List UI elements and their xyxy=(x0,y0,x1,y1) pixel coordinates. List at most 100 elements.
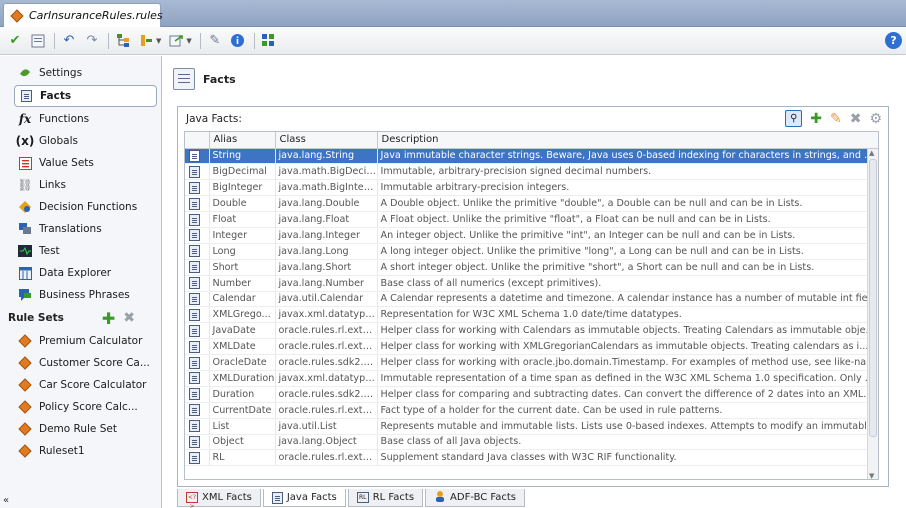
settings-icon xyxy=(17,65,33,81)
nav-item-value-sets[interactable]: Value Sets xyxy=(0,152,161,174)
fact-type-cell xyxy=(185,338,210,356)
undo-icon[interactable]: ↶ xyxy=(60,32,78,50)
scrollbar-thumb[interactable] xyxy=(869,159,877,437)
translations-icon xyxy=(17,221,33,237)
table-row[interactable]: BigInteger java.math.BigInteger Immutable … xyxy=(185,179,878,197)
nav-item-facts[interactable]: Facts xyxy=(14,85,157,107)
table-row[interactable]: Long java.lang.Long A long integer object.… xyxy=(185,243,878,260)
tab-rl-facts[interactable]: RL RL Facts xyxy=(347,489,424,507)
editor-tab-bar: CarInsuranceRules.rules × xyxy=(0,0,906,27)
column-header-alias[interactable]: Alias xyxy=(209,132,276,149)
table-row[interactable]: Number java.lang.Number Base class of all … xyxy=(185,275,878,292)
nav-item-label: Functions xyxy=(39,113,90,125)
branch-icon[interactable] xyxy=(137,32,155,50)
description-cell: A Double object. Unlike the primitive "d… xyxy=(377,195,878,213)
table-row[interactable]: String java.lang.String Java immutable cha… xyxy=(185,148,878,165)
edit-fact-icon[interactable]: ✎ xyxy=(830,111,842,127)
class-cell: java.lang.Number xyxy=(275,275,378,292)
ruleset-item[interactable]: Policy Score Calc... xyxy=(0,396,161,418)
table-row[interactable]: Duration oracle.rules.sdk2.e... Helper cla… xyxy=(185,386,878,403)
table-row[interactable]: Short java.lang.Short A short integer obje… xyxy=(185,259,878,276)
settings-grid-icon[interactable] xyxy=(260,32,278,50)
details-icon[interactable] xyxy=(29,32,47,50)
toolbar-separator xyxy=(199,32,201,49)
tree-icon[interactable] xyxy=(114,32,132,50)
facts-table: Alias Class Description String java.lang.… xyxy=(184,131,879,480)
table-row[interactable]: List java.util.List Represents mutable and… xyxy=(185,418,878,435)
alias-cell: XMLDuration xyxy=(209,370,276,387)
add-ruleset-icon[interactable]: ✚ xyxy=(102,309,115,328)
tab-xml-facts[interactable]: <?> XML Facts xyxy=(177,489,261,508)
description-cell: Helper class for comparing and subtracti… xyxy=(377,386,878,403)
java-fact-icon xyxy=(189,340,200,353)
column-header-description[interactable]: Description xyxy=(377,132,878,149)
table-row[interactable]: RL oracle.rules.rl.exte... Supplement stan… xyxy=(185,449,878,467)
tab-adf-bc-facts[interactable]: ADF-BC Facts xyxy=(425,489,526,507)
nav-item-business-phrases[interactable]: Business Phrases xyxy=(0,284,161,306)
nav-item-decision-functions[interactable]: Decision Functions xyxy=(0,196,161,218)
fact-type-cell xyxy=(185,386,210,403)
table-row[interactable]: Integer java.lang.Integer An integer objec… xyxy=(185,227,878,244)
collapse-panel-icon[interactable]: « xyxy=(3,495,9,506)
table-row[interactable]: XMLDuration javax.xml.datatype... Immutabl… xyxy=(185,370,878,387)
find-icon[interactable]: ⚲ xyxy=(785,110,803,127)
scroll-up-icon[interactable]: ▲ xyxy=(869,149,874,157)
vertical-scrollbar[interactable]: ▲ ▼ xyxy=(867,149,878,479)
nav-item-globals[interactable]: (x) Globals xyxy=(0,130,161,152)
table-row[interactable]: Calendar java.util.Calendar A Calendar rep… xyxy=(185,291,878,308)
description-cell: A short integer object. Unlike the primi… xyxy=(377,259,878,276)
rulesets-header: Rule Sets ✚ ✖ xyxy=(0,306,161,330)
column-header-icon[interactable] xyxy=(185,132,210,149)
description-cell: Immutable, arbitrary-precision signed de… xyxy=(377,163,878,181)
reload-icon[interactable]: ⚙ xyxy=(869,111,882,127)
class-cell: java.lang.Double xyxy=(275,195,378,213)
close-tab-icon[interactable]: × xyxy=(169,11,177,21)
alias-cell: CurrentDate xyxy=(209,402,276,419)
nav-item-settings[interactable]: Settings xyxy=(0,62,161,84)
delete-fact-icon[interactable]: ✖ xyxy=(850,111,862,127)
scroll-down-icon[interactable]: ▼ xyxy=(869,472,874,479)
ruleset-item[interactable]: Customer Score Ca... xyxy=(0,352,161,374)
table-row[interactable]: JavaDate oracle.rules.rl.exte... Helper cl… xyxy=(185,322,878,340)
table-row[interactable]: XMLDate oracle.rules.rl.exte... Helper cla… xyxy=(185,338,878,356)
chevron-down-icon[interactable]: ▼ xyxy=(156,37,161,45)
nav-item-functions[interactable]: fx Functions xyxy=(0,108,161,130)
add-fact-icon[interactable]: ✚ xyxy=(810,111,822,127)
facts-grid: Alias Class Description String java.lang.… xyxy=(185,132,878,467)
ruleset-icon xyxy=(17,333,33,349)
redo-icon[interactable]: ↷ xyxy=(83,32,101,50)
nav-item-translations[interactable]: Translations xyxy=(0,218,161,240)
java-fact-icon xyxy=(189,435,200,448)
table-row[interactable]: Object java.lang.Object Base class of all … xyxy=(185,434,878,451)
class-cell: javax.xml.datatype... xyxy=(275,306,378,324)
table-row[interactable]: OracleDate oracle.rules.sdk2.e... Helper c… xyxy=(185,354,878,371)
table-row[interactable]: Float java.lang.Float A Float object. Unli… xyxy=(185,211,878,228)
info-icon[interactable] xyxy=(229,32,247,50)
help-icon[interactable]: ? xyxy=(885,32,902,49)
table-row[interactable]: XMLGrego... javax.xml.datatype... Represen… xyxy=(185,306,878,324)
ruleset-item[interactable]: Premium Calculator xyxy=(0,330,161,352)
chevron-down-icon[interactable]: ▼ xyxy=(186,37,191,45)
nav-item-data-explorer[interactable]: Data Explorer xyxy=(0,262,161,284)
column-header-class[interactable]: Class xyxy=(275,132,378,149)
table-row[interactable]: CurrentDate oracle.rules.rl.exte... Fact t… xyxy=(185,402,878,419)
table-row[interactable]: Double java.lang.Double A Double object. U… xyxy=(185,195,878,213)
ruleset-item[interactable]: Demo Rule Set xyxy=(0,418,161,440)
java-fact-icon xyxy=(189,149,200,162)
table-row[interactable]: BigDecimal java.math.BigDecima Immutable, … xyxy=(185,163,878,181)
validate-check-icon[interactable]: ✔ xyxy=(6,32,24,50)
ruleset-label: Car Score Calculator xyxy=(39,379,147,391)
nav-item-test[interactable]: Test xyxy=(0,240,161,262)
rules-navigator: Settings Facts fx Functions (x) Globals … xyxy=(0,56,162,508)
export-icon[interactable] xyxy=(167,32,185,50)
editor-tab-carinsurancerules[interactable]: CarInsuranceRules.rules × xyxy=(3,3,176,27)
class-cell: java.math.BigInteger xyxy=(275,179,378,197)
link-icon[interactable]: ✎ xyxy=(206,32,224,50)
ruleset-label: Premium Calculator xyxy=(39,335,143,347)
ruleset-label: Demo Rule Set xyxy=(39,423,117,435)
tab-java-facts[interactable]: Java Facts xyxy=(262,489,346,507)
ruleset-item[interactable]: Car Score Calculator xyxy=(0,374,161,396)
ruleset-item[interactable]: Ruleset1 xyxy=(0,440,161,462)
nav-item-links[interactable]: ⛓ Links xyxy=(0,174,161,196)
delete-ruleset-icon[interactable]: ✖ xyxy=(123,310,135,326)
